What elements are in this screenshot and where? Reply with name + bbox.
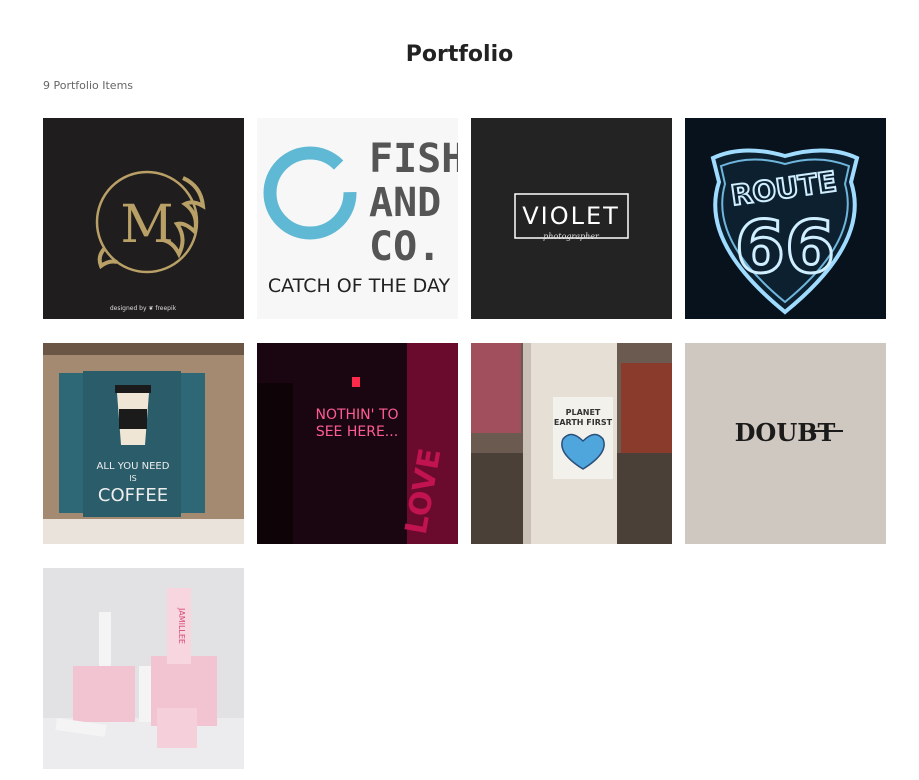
planet-line-2: EARTH FIRST (554, 418, 613, 427)
item-count: 9 Portfolio Items (43, 79, 134, 92)
fish-line-3: CO. (369, 224, 441, 270)
route-66-image: ROUTE 66 (685, 118, 886, 319)
violet-image: VIOLET photographer (471, 118, 672, 319)
portfolio-item-monogram[interactable]: M designed by ❦ freepik (43, 118, 244, 319)
freepik-credit: designed by ❦ freepik (110, 305, 177, 312)
doubt-image: DOUBT (685, 343, 886, 544)
jamillee-image: JAMILLEE (43, 568, 244, 769)
portfolio-item-coffee[interactable]: ALL YOU NEED IS COFFEE (43, 343, 244, 544)
portfolio-item-neon[interactable]: NOTHIN' TO SEE HERE... LOVE (257, 343, 458, 544)
violet-sub: photographer (543, 232, 600, 241)
neon-image: NOTHIN' TO SEE HERE... LOVE (257, 343, 458, 544)
portfolio-item-planet-earth[interactable]: PLANET EARTH FIRST (471, 343, 672, 544)
coffee-line-3: COFFEE (98, 485, 168, 506)
portfolio-item-fish-and-co[interactable]: FISH AND CO. CATCH OF THE DAY (257, 118, 458, 319)
page-title: Portfolio (405, 42, 514, 67)
fish-line-1: FISH (369, 136, 458, 182)
portfolio-item-jamillee[interactable]: JAMILLEE (43, 568, 244, 769)
planet-line-1: PLANET (566, 408, 601, 417)
monogram-image: M designed by ❦ freepik (43, 118, 244, 319)
route-number: 66 (735, 205, 835, 289)
coffee-line-1: ALL YOU NEED (97, 461, 170, 472)
coffee-image: ALL YOU NEED IS COFFEE (43, 343, 244, 544)
fish-and-co-image: FISH AND CO. CATCH OF THE DAY (257, 118, 458, 319)
neon-line-1: NOTHIN' TO (315, 407, 398, 423)
neon-line-2: SEE HERE... (316, 424, 398, 440)
jamillee-label: JAMILLEE (177, 607, 186, 644)
coffee-line-2: IS (129, 474, 136, 483)
planet-earth-image: PLANET EARTH FIRST (471, 343, 672, 544)
fish-line-2: AND (369, 180, 441, 226)
violet-wordmark: VIOLET (522, 202, 620, 230)
portfolio-item-route-66[interactable]: ROUTE 66 (685, 118, 886, 319)
portfolio-item-doubt[interactable]: DOUBT (685, 343, 886, 544)
doubt-wordmark: DOUBT (735, 418, 836, 447)
monogram-letter: M (120, 195, 173, 255)
fish-tagline: CATCH OF THE DAY (268, 275, 451, 297)
portfolio-item-violet[interactable]: VIOLET photographer (471, 118, 672, 319)
